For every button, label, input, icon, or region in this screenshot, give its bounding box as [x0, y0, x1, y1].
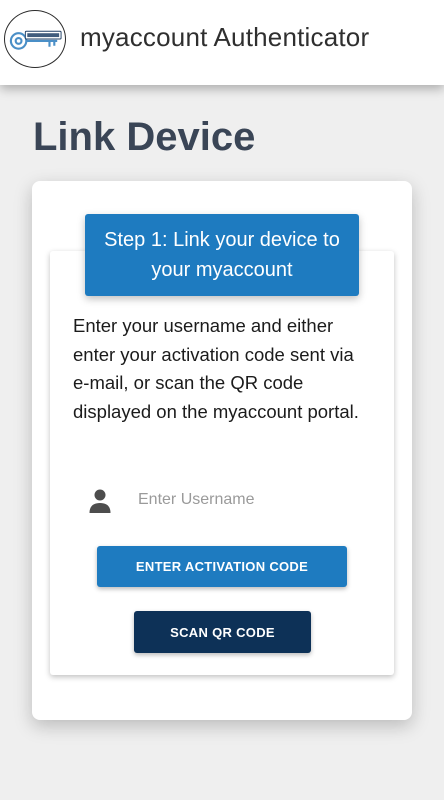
scan-qr-code-button[interactable]: SCAN QR CODE	[134, 611, 311, 653]
enter-activation-code-button[interactable]: ENTER ACTIVATION CODE	[97, 546, 347, 587]
instructions-text: Enter your username and either enter you…	[73, 315, 359, 422]
app-header: myaccount Authenticator	[0, 0, 444, 85]
username-input[interactable]	[138, 486, 353, 514]
page-title: Link Device	[33, 115, 256, 159]
username-field	[88, 482, 358, 522]
person-icon	[88, 488, 112, 514]
app-title: myaccount Authenticator	[80, 22, 370, 52]
key-logo-icon	[4, 10, 66, 68]
step-banner: Step 1: Link your device to your myaccou…	[85, 214, 359, 296]
